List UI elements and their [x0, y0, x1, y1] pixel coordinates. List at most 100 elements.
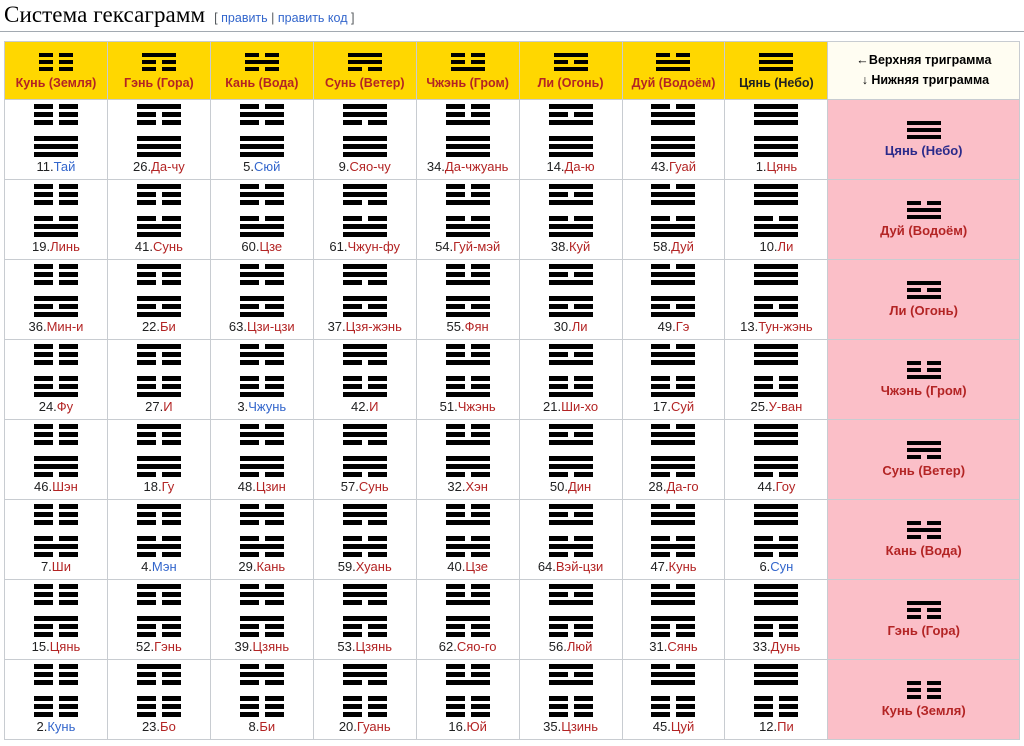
hexagram-name-link[interactable]: Цуй — [671, 719, 694, 734]
hexagram-cell[interactable]: 58.Дуй — [621, 179, 726, 260]
hexagram-cell[interactable]: 28.Да-го — [621, 419, 726, 500]
hexagram-cell[interactable]: 63.Цзи-цзи — [209, 259, 314, 340]
hexagram-cell[interactable]: 60.Цзе — [209, 179, 314, 260]
column-header-label[interactable]: Цянь (Небо) — [725, 76, 827, 90]
hexagram-cell[interactable]: 32.Хэн — [415, 419, 520, 500]
hexagram-cell[interactable]: 27.И — [106, 339, 211, 420]
hexagram-cell[interactable]: 4.Мэн — [106, 499, 211, 580]
hexagram-name-link[interactable]: Да-чжуань — [445, 159, 509, 174]
row-header-label[interactable]: Кань (Вода) — [828, 543, 1019, 559]
hexagram-cell[interactable]: 31.Сянь — [621, 579, 726, 660]
hexagram-cell[interactable]: 55.Фян — [415, 259, 520, 340]
hexagram-cell[interactable]: 35.Цзинь — [518, 659, 623, 740]
hexagram-name-link[interactable]: Суй — [671, 399, 694, 414]
hexagram-name-link[interactable]: И — [163, 399, 172, 414]
hexagram-name-link[interactable]: Ли — [572, 319, 588, 334]
hexagram-name-link[interactable]: Мэн — [152, 559, 177, 574]
hexagram-cell[interactable]: 29.Кань — [209, 499, 314, 580]
hexagram-cell[interactable]: 16.Юй — [415, 659, 520, 740]
hexagram-name-link[interactable]: Дуй — [671, 239, 694, 254]
hexagram-name-link[interactable]: Ши-хо — [561, 399, 598, 414]
hexagram-cell[interactable]: 46.Шэн — [4, 419, 108, 500]
hexagram-name-link[interactable]: Гуань — [357, 719, 391, 734]
hexagram-cell[interactable]: 17.Суй — [621, 339, 726, 420]
hexagram-cell[interactable]: 1.Цянь — [724, 99, 829, 180]
hexagram-name-link[interactable]: Сяо-чу — [350, 159, 391, 174]
hexagram-cell[interactable]: 38.Куй — [518, 179, 623, 260]
hexagram-cell[interactable]: 30.Ли — [518, 259, 623, 340]
row-header-label[interactable]: Кунь (Земля) — [828, 703, 1019, 719]
hexagram-name-link[interactable]: Бо — [160, 719, 176, 734]
hexagram-cell[interactable]: 43.Гуай — [621, 99, 726, 180]
hexagram-cell[interactable]: 62.Сяо-го — [415, 579, 520, 660]
hexagram-name-link[interactable]: Дин — [568, 479, 591, 494]
hexagram-name-link[interactable]: Чжунь — [248, 399, 286, 414]
hexagram-cell[interactable]: 47.Кунь — [621, 499, 726, 580]
hexagram-name-link[interactable]: Би — [259, 719, 275, 734]
hexagram-name-link[interactable]: Сунь — [359, 479, 389, 494]
hexagram-cell[interactable]: 20.Гуань — [312, 659, 417, 740]
row-header-label[interactable]: Цянь (Небо) — [828, 143, 1019, 159]
hexagram-cell[interactable]: 64.Вэй-цзи — [518, 499, 623, 580]
hexagram-name-link[interactable]: Вэй-цзи — [556, 559, 603, 574]
column-header-label[interactable]: Кань (Вода) — [211, 76, 313, 90]
hexagram-name-link[interactable]: Цзе — [260, 239, 283, 254]
hexagram-cell[interactable]: 39.Цзянь — [209, 579, 314, 660]
hexagram-cell[interactable]: 48.Цзин — [209, 419, 314, 500]
hexagram-name-link[interactable]: Ши — [52, 559, 71, 574]
hexagram-name-link[interactable]: Цзин — [256, 479, 286, 494]
hexagram-cell[interactable]: 7.Ши — [4, 499, 108, 580]
hexagram-name-link[interactable]: Сун — [770, 559, 793, 574]
row-header-label[interactable]: Сунь (Ветер) — [828, 463, 1019, 479]
hexagram-cell[interactable]: 36.Мин-и — [4, 259, 108, 340]
hexagram-name-link[interactable]: Цянь — [767, 159, 798, 174]
hexagram-name-link[interactable]: Фу — [57, 399, 73, 414]
hexagram-cell[interactable]: 56.Люй — [518, 579, 623, 660]
column-header-label[interactable]: Сунь (Ветер) — [314, 76, 416, 90]
hexagram-name-link[interactable]: Сяо-го — [457, 639, 497, 654]
hexagram-name-link[interactable]: Кунь — [669, 559, 697, 574]
row-header-label[interactable]: Гэнь (Гора) — [828, 623, 1019, 639]
hexagram-cell[interactable]: 6.Сун — [724, 499, 829, 580]
hexagram-cell[interactable]: 54.Гуй-мэй — [415, 179, 520, 260]
hexagram-name-link[interactable]: Гуай — [669, 159, 696, 174]
hexagram-name-link[interactable]: Да-чу — [151, 159, 185, 174]
hexagram-name-link[interactable]: Ли — [778, 239, 794, 254]
hexagram-cell[interactable]: 49.Гэ — [621, 259, 726, 340]
hexagram-cell[interactable]: 13.Тун-жэнь — [724, 259, 829, 340]
hexagram-cell[interactable]: 23.Бо — [106, 659, 211, 740]
hexagram-name-link[interactable]: Цзе — [465, 559, 488, 574]
hexagram-name-link[interactable]: Гу — [162, 479, 175, 494]
hexagram-name-link[interactable]: Кунь — [47, 719, 75, 734]
hexagram-name-link[interactable]: Да-го — [667, 479, 699, 494]
hexagram-cell[interactable]: 15.Цянь — [4, 579, 108, 660]
hexagram-name-link[interactable]: Би — [160, 319, 176, 334]
hexagram-cell[interactable]: 53.Цзянь — [312, 579, 417, 660]
hexagram-name-link[interactable]: Тун-жэнь — [758, 319, 813, 334]
hexagram-cell[interactable]: 34.Да-чжуань — [415, 99, 520, 180]
hexagram-name-link[interactable]: Гуй-мэй — [453, 239, 500, 254]
hexagram-name-link[interactable]: Цзя-жэнь — [346, 319, 402, 334]
hexagram-cell[interactable]: 25.У-ван — [724, 339, 829, 420]
hexagram-cell[interactable]: 26.Да-чу — [106, 99, 211, 180]
hexagram-name-link[interactable]: Да-ю — [565, 159, 595, 174]
hexagram-cell[interactable]: 50.Дин — [518, 419, 623, 500]
hexagram-name-link[interactable]: Цянь — [50, 639, 81, 654]
hexagram-cell[interactable]: 10.Ли — [724, 179, 829, 260]
hexagram-cell[interactable]: 44.Гоу — [724, 419, 829, 500]
column-header-label[interactable]: Чжэнь (Гром) — [417, 76, 519, 90]
hexagram-name-link[interactable]: Тай — [54, 159, 76, 174]
hexagram-name-link[interactable]: Мин-и — [47, 319, 84, 334]
hexagram-name-link[interactable]: Сюй — [254, 159, 280, 174]
hexagram-name-link[interactable]: Чжун-фу — [347, 239, 400, 254]
hexagram-name-link[interactable]: Люй — [567, 639, 593, 654]
hexagram-cell[interactable]: 18.Гу — [106, 419, 211, 500]
hexagram-name-link[interactable]: Фян — [465, 319, 489, 334]
hexagram-name-link[interactable]: Гоу — [776, 479, 796, 494]
hexagram-name-link[interactable]: Гэнь — [154, 639, 182, 654]
hexagram-cell[interactable]: 2.Кунь — [4, 659, 108, 740]
hexagram-name-link[interactable]: И — [369, 399, 378, 414]
hexagram-cell[interactable]: 37.Цзя-жэнь — [312, 259, 417, 340]
hexagram-cell[interactable]: 59.Хуань — [312, 499, 417, 580]
hexagram-cell[interactable]: 8.Би — [209, 659, 314, 740]
